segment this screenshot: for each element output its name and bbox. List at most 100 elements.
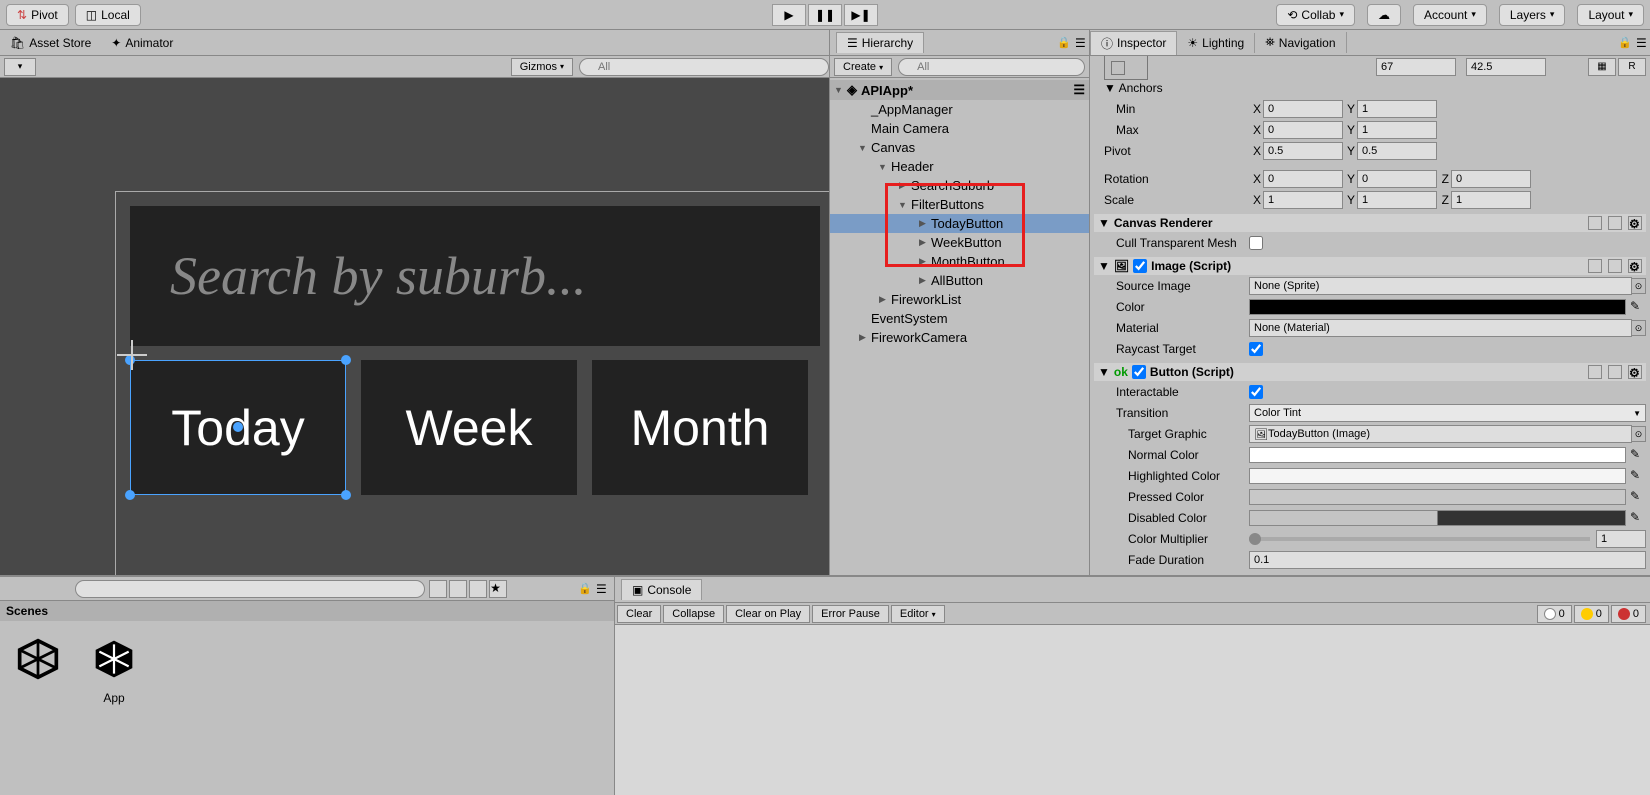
gear-icon[interactable]: ⚙ xyxy=(1628,216,1642,230)
button-enabled[interactable] xyxy=(1132,365,1146,379)
error-pause-button[interactable]: Error Pause xyxy=(812,605,889,623)
tree-item-allbutton[interactable]: ▶AllButton xyxy=(830,271,1089,290)
play-button[interactable]: ▶ xyxy=(772,4,806,26)
panel-menu-icon[interactable]: ☰ xyxy=(596,582,610,596)
lock-icon[interactable]: 🔒 xyxy=(578,582,592,595)
preset-icon[interactable] xyxy=(1608,259,1622,273)
tree-item-header[interactable]: ▼Header xyxy=(830,157,1089,176)
project-search-input[interactable] xyxy=(75,580,425,598)
clear-button[interactable]: Clear xyxy=(617,605,661,623)
info-toggle[interactable]: 0 xyxy=(1537,605,1572,623)
tree-item-eventsystem[interactable]: EventSystem xyxy=(830,309,1089,328)
eyedropper-icon[interactable]: ✎ xyxy=(1630,489,1646,505)
preset-icon[interactable] xyxy=(1608,216,1622,230)
tab-animator[interactable]: ✦Animator xyxy=(111,36,173,50)
highlighted-color-swatch[interactable] xyxy=(1249,468,1626,484)
image-enabled[interactable] xyxy=(1133,259,1147,273)
selection-handle[interactable] xyxy=(125,490,135,500)
eyedropper-icon[interactable]: ✎ xyxy=(1630,468,1646,484)
gear-icon[interactable]: ⚙ xyxy=(1628,365,1642,379)
tab-lighting[interactable]: ☀Lighting xyxy=(1177,33,1255,53)
image-color-swatch[interactable] xyxy=(1249,299,1626,315)
preset-icon[interactable] xyxy=(1608,365,1622,379)
rect-field-2[interactable] xyxy=(1466,58,1546,76)
rot-z[interactable] xyxy=(1451,170,1531,188)
color-mult-slider[interactable] xyxy=(1249,537,1590,541)
warning-toggle[interactable]: 0 xyxy=(1574,605,1609,623)
scene-2d-dropdown[interactable]: ▾ xyxy=(4,58,36,76)
selection-handle[interactable] xyxy=(233,422,243,432)
tab-inspector[interactable]: ⓘInspector xyxy=(1090,31,1177,55)
pressed-color-swatch[interactable] xyxy=(1249,489,1626,505)
collab-button[interactable]: ⟲Collab▾ xyxy=(1276,4,1355,26)
favorite-icon[interactable]: ★ xyxy=(489,580,507,598)
scale-z[interactable] xyxy=(1451,191,1531,209)
local-button[interactable]: ◫Local xyxy=(75,4,141,26)
raw-edit-toggle[interactable]: R xyxy=(1618,58,1646,76)
layers-button[interactable]: Layers▾ xyxy=(1499,4,1566,26)
eyedropper-icon[interactable]: ✎ xyxy=(1630,299,1646,315)
tree-item-fireworkcamera[interactable]: ▶FireworkCamera xyxy=(830,328,1089,347)
tab-console[interactable]: ▣Console xyxy=(621,579,702,600)
scale-y[interactable] xyxy=(1357,191,1437,209)
interactable-checkbox[interactable] xyxy=(1249,385,1263,399)
lock-icon[interactable]: 🔒 xyxy=(1057,36,1071,49)
project-item-app[interactable]: App xyxy=(86,631,142,705)
anchor-max-y[interactable] xyxy=(1357,121,1437,139)
blueprint-toggle[interactable]: ▦ xyxy=(1588,58,1616,76)
account-button[interactable]: Account▾ xyxy=(1413,4,1487,26)
filter-icon[interactable] xyxy=(449,580,467,598)
tree-item-fireworklist[interactable]: ▶FireworkList xyxy=(830,290,1089,309)
selection-handle[interactable] xyxy=(341,490,351,500)
object-picker-icon[interactable]: ⊙ xyxy=(1632,320,1646,336)
project-item-scene[interactable] xyxy=(10,631,66,705)
disabled-color-swatch[interactable] xyxy=(1249,510,1626,526)
collapse-button[interactable]: Collapse xyxy=(663,605,724,623)
raycast-checkbox[interactable] xyxy=(1249,342,1263,356)
gear-icon[interactable]: ⚙ xyxy=(1628,259,1642,273)
help-icon[interactable] xyxy=(1588,216,1602,230)
tab-hierarchy[interactable]: ☰Hierarchy xyxy=(836,32,924,53)
pivot-x[interactable] xyxy=(1263,142,1343,160)
panel-menu-icon[interactable]: ☰ xyxy=(1636,36,1650,50)
scale-x[interactable] xyxy=(1263,191,1343,209)
fade-duration-field[interactable] xyxy=(1249,551,1646,569)
scenes-folder-header[interactable]: Scenes xyxy=(0,601,614,621)
image-script-header[interactable]: ▼🖼Image (Script)⚙ xyxy=(1094,257,1646,275)
anchor-min-y[interactable] xyxy=(1357,100,1437,118)
object-picker-icon[interactable]: ⊙ xyxy=(1632,426,1646,442)
tree-item-maincamera[interactable]: Main Camera xyxy=(830,119,1089,138)
transition-dropdown[interactable]: Color Tint▼ xyxy=(1249,404,1646,422)
help-icon[interactable] xyxy=(1588,365,1602,379)
anchor-min-x[interactable] xyxy=(1263,100,1343,118)
cloud-button[interactable]: ☁ xyxy=(1367,4,1401,26)
layout-button[interactable]: Layout▾ xyxy=(1577,4,1644,26)
object-picker-icon[interactable]: ⊙ xyxy=(1632,278,1646,294)
help-icon[interactable] xyxy=(1588,259,1602,273)
anchor-max-x[interactable] xyxy=(1263,121,1343,139)
create-dropdown[interactable]: Create ▾ xyxy=(834,58,892,76)
lock-icon[interactable]: 🔒 xyxy=(1618,36,1632,49)
panel-menu-icon[interactable]: ☰ xyxy=(1075,36,1089,50)
pivot-button[interactable]: ⇅Pivot xyxy=(6,4,69,26)
rot-x[interactable] xyxy=(1263,170,1343,188)
error-toggle[interactable]: 0 xyxy=(1611,605,1646,623)
source-image-field[interactable]: None (Sprite) xyxy=(1249,277,1632,295)
anchor-preset-icon[interactable] xyxy=(1104,56,1148,80)
button-script-header[interactable]: ▼okButton (Script)⚙ xyxy=(1094,363,1646,381)
cull-checkbox[interactable] xyxy=(1249,236,1263,250)
pause-button[interactable]: ❚❚ xyxy=(808,4,842,26)
clear-on-play-button[interactable]: Clear on Play xyxy=(726,605,810,623)
filter-icon[interactable] xyxy=(429,580,447,598)
rot-y[interactable] xyxy=(1357,170,1437,188)
hierarchy-search-input[interactable] xyxy=(898,58,1085,76)
filter-icon[interactable] xyxy=(469,580,487,598)
tab-asset-store[interactable]: 🛍Asset Store xyxy=(10,36,91,50)
anchor-gizmo[interactable] xyxy=(117,340,147,370)
scene-view[interactable]: Search by suburb... Today Week Month xyxy=(0,78,829,575)
material-field[interactable]: None (Material) xyxy=(1249,319,1632,337)
eyedropper-icon[interactable]: ✎ xyxy=(1630,510,1646,526)
editor-dropdown[interactable]: Editor ▾ xyxy=(891,605,945,623)
rect-field-1[interactable] xyxy=(1376,58,1456,76)
pivot-y[interactable] xyxy=(1357,142,1437,160)
